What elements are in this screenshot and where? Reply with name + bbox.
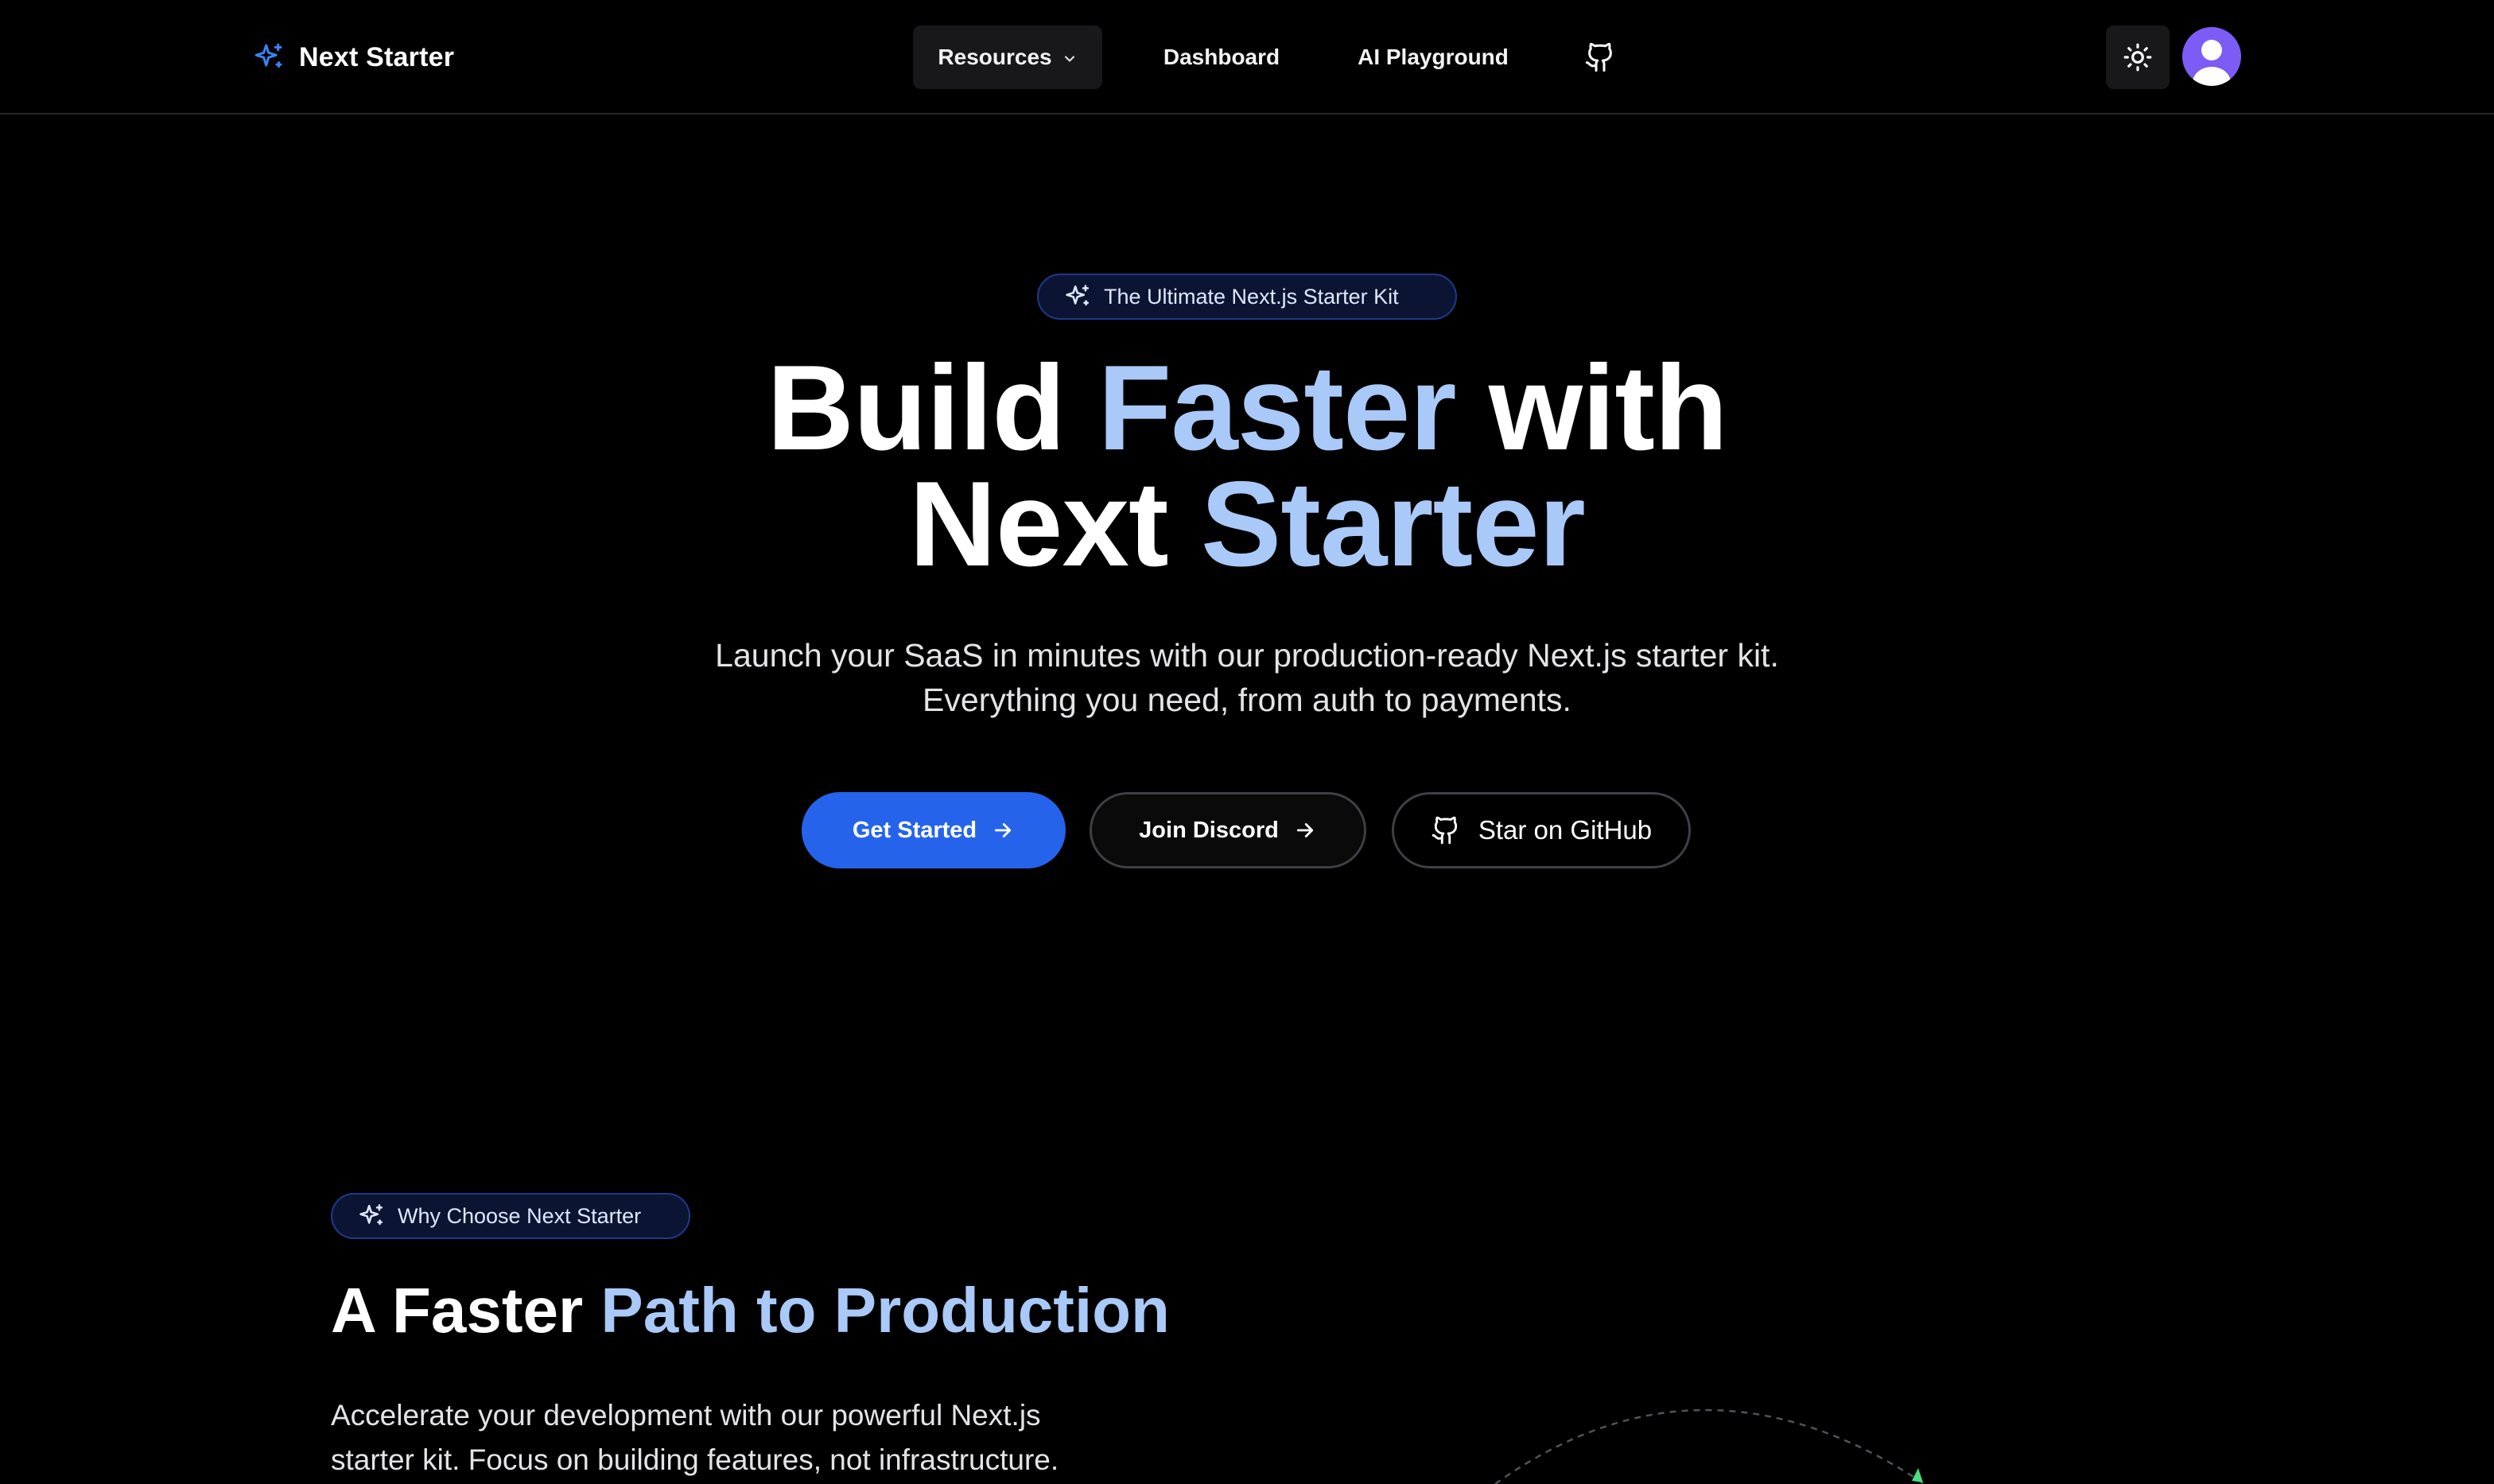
- get-started-button[interactable]: Get Started: [802, 792, 1066, 868]
- chevron-down-icon: [1064, 56, 1074, 62]
- hero-title-word: Next: [909, 456, 1168, 592]
- arrow-right-icon: [995, 823, 1012, 837]
- hero-title: Build Faster with Next Starter: [0, 348, 2494, 585]
- get-started-label: Get Started: [852, 817, 977, 843]
- brand-logo-link[interactable]: Next Starter: [253, 37, 454, 78]
- main-nav: Resources Dashboard AI Playground: [913, 25, 1632, 89]
- github-icon: [1432, 816, 1457, 845]
- theme-toggle-button[interactable]: [2106, 25, 2170, 89]
- hero-badge: The Ultimate Next.js Starter Kit: [1037, 274, 1457, 320]
- star-github-label: Star on GitHub: [1478, 815, 1653, 845]
- nav-github-link[interactable]: [1568, 25, 1632, 89]
- orbit-decoration: [1494, 1408, 1925, 1484]
- github-icon: [1585, 42, 1612, 72]
- user-avatar-button[interactable]: [2182, 27, 2241, 86]
- why-badge: Why Choose Next Starter: [331, 1193, 690, 1239]
- nav-resources-label: Resources: [938, 45, 1052, 69]
- hero-title-highlight: Faster: [1097, 340, 1456, 476]
- why-title-word: A Faster: [331, 1275, 584, 1346]
- hero-badge-text: The Ultimate Next.js Starter Kit: [1104, 284, 1399, 309]
- nav-dashboard-link[interactable]: Dashboard: [1134, 25, 1309, 89]
- hero-title-word: with: [1488, 340, 1728, 476]
- hero-title-highlight: Starter: [1200, 456, 1586, 592]
- nav-resources-dropdown[interactable]: Resources: [913, 25, 1102, 89]
- sparkles-icon: [359, 1204, 383, 1226]
- user-icon: [2193, 40, 2231, 86]
- nav-ai-playground-label: AI Playground: [1358, 45, 1509, 69]
- brand-name: Next Starter: [299, 41, 455, 72]
- star-github-button[interactable]: Star on GitHub: [1392, 792, 1691, 868]
- join-discord-button[interactable]: Join Discord: [1090, 792, 1366, 868]
- sparkles-icon: [1066, 285, 1090, 306]
- sun-icon: [2123, 43, 2152, 72]
- why-badge-text: Why Choose Next Starter: [398, 1203, 642, 1228]
- why-title-highlight: Path to Production: [600, 1275, 1170, 1346]
- sparkles-icon: [254, 43, 282, 68]
- arrow-right-icon: [1296, 823, 1313, 837]
- why-title: A Faster Path to Production: [331, 1269, 1170, 1352]
- hero-title-word: Build: [767, 340, 1066, 476]
- why-description: Accelerate your development with our pow…: [331, 1399, 1059, 1476]
- hero-subtitle: Launch your SaaS in minutes with our pro…: [715, 637, 1779, 718]
- join-discord-label: Join Discord: [1139, 817, 1279, 843]
- top-navbar: Next Starter Resources Dashboard AI Play…: [0, 0, 2494, 115]
- nav-ai-playground-link[interactable]: AI Playground: [1338, 25, 1529, 89]
- nav-dashboard-label: Dashboard: [1163, 45, 1280, 69]
